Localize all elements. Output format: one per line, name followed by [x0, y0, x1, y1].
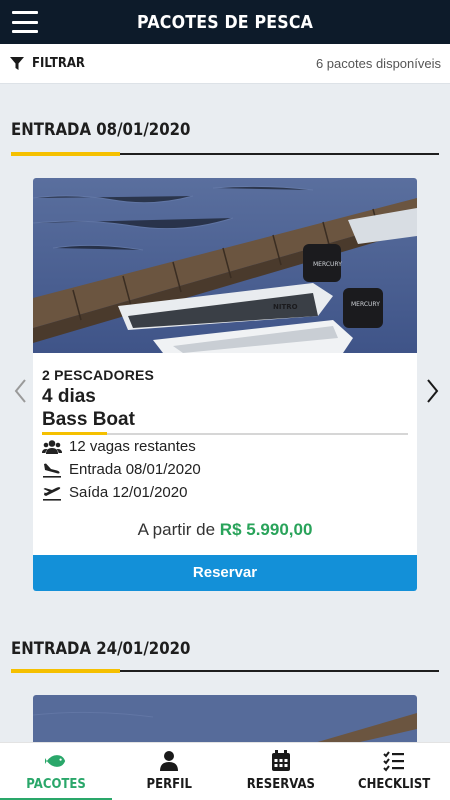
checklist-icon [383, 751, 404, 772]
nav-label: PERFIL [146, 777, 192, 792]
price-line: A partir de R$ 5.990,00 [42, 520, 408, 544]
vagas-text: 12 vagas restantes [69, 438, 196, 455]
section-title: ENTRADA 08/01/2020 [11, 120, 191, 140]
price-value: R$ 5.990,00 [219, 520, 313, 539]
svg-text:MERCURY: MERCURY [351, 301, 380, 308]
package-duration: 4 dias [42, 386, 96, 407]
saida-row: Saída 12/01/2020 [42, 481, 408, 504]
entrada-row: Entrada 08/01/2020 [42, 458, 408, 481]
page-title: PACOTES DE PESCA [136, 11, 314, 33]
filter-bar: FILTRAR 6 pacotes disponíveis [0, 44, 450, 84]
vagas-row: 12 vagas restantes [42, 435, 408, 458]
chevron-left-icon[interactable] [11, 376, 31, 406]
plane-landing-icon [43, 463, 61, 478]
nav-item-perfil[interactable]: PERFIL [113, 743, 226, 800]
bottom-navigation: PACOTES PERFIL RESERVAS CHECKLIST [0, 742, 450, 800]
calendar-icon [272, 750, 291, 771]
svg-text:MERCURY: MERCURY [313, 261, 342, 268]
nav-label: RESERVAS [247, 777, 316, 792]
app-header: PACOTES DE PESCA [0, 0, 450, 44]
nav-item-reservas[interactable]: RESERVAS [225, 743, 338, 800]
section-divider [11, 152, 439, 156]
filter-icon [10, 56, 24, 70]
card-divider [42, 432, 408, 435]
boat-type: Bass Boat [42, 409, 135, 430]
nav-item-checklist[interactable]: CHECKLIST [338, 743, 450, 800]
section-divider [11, 669, 439, 673]
section-title: ENTRADA 24/01/2020 [11, 639, 191, 659]
users-icon [42, 439, 62, 454]
entrada-text: Entrada 08/01/2020 [69, 461, 201, 478]
nav-label: CHECKLIST [357, 777, 430, 792]
svg-text:NITRO: NITRO [273, 303, 298, 311]
bass-boat-photo: MERCURY MERCURY NITRO [33, 178, 417, 353]
saida-text: Saída 12/01/2020 [69, 484, 188, 501]
fishers-count: 2 PESCADORES [42, 367, 155, 383]
plane-departure-icon [43, 486, 61, 501]
price-prefix: A partir de [137, 520, 216, 539]
user-icon [159, 751, 178, 771]
package-card: MERCURY MERCURY NITRO 2 PESCADORES 4 dia… [33, 178, 417, 591]
filter-button[interactable]: FILTRAR [10, 56, 91, 71]
chevron-right-icon[interactable] [422, 376, 442, 406]
fish-icon [45, 755, 66, 767]
nav-label: PACOTES [26, 777, 86, 792]
reserve-button[interactable]: Reservar [33, 555, 417, 591]
hamburger-menu-icon[interactable] [12, 11, 38, 33]
filter-label: FILTRAR [32, 56, 85, 71]
nav-item-pacotes[interactable]: PACOTES [0, 743, 113, 800]
package-count: 6 pacotes disponíveis [315, 56, 441, 71]
